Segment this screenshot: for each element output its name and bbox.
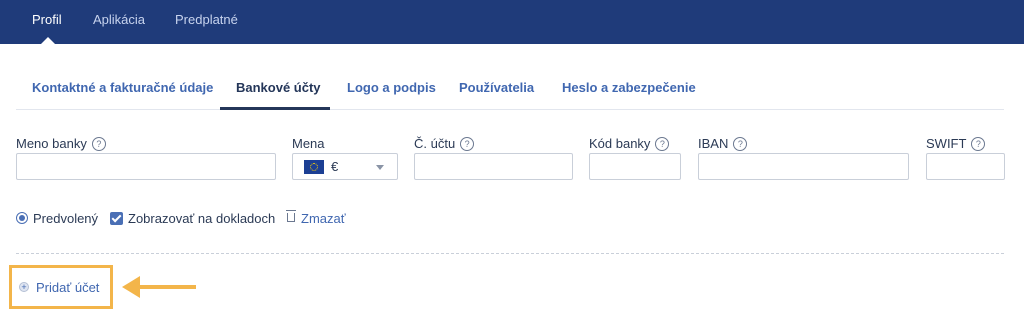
- account-number-label: Č. účtu?: [414, 136, 475, 151]
- delete-link[interactable]: Zmazať: [301, 211, 346, 226]
- swift-input[interactable]: [926, 153, 1005, 180]
- arrow-pointer-shaft: [138, 285, 196, 289]
- help-icon[interactable]: ?: [971, 137, 986, 151]
- iban-input[interactable]: [698, 153, 909, 180]
- eu-flag-icon: [304, 160, 324, 174]
- tab-bank-accounts[interactable]: Bankové účty: [236, 80, 321, 95]
- iban-label: IBAN?: [698, 136, 748, 151]
- tabs-divider: [16, 109, 1004, 110]
- plus-icon[interactable]: +: [19, 282, 29, 292]
- default-radio[interactable]: [16, 212, 28, 224]
- swift-label: SWIFT?: [926, 136, 986, 151]
- bank-code-label: Kód banky?: [589, 136, 670, 151]
- currency-value: €: [331, 159, 339, 174]
- bank-name-label-text: Meno banky: [16, 136, 87, 151]
- show-on-docs-checkbox[interactable]: [110, 212, 123, 225]
- help-icon[interactable]: ?: [460, 137, 475, 151]
- currency-label: Mena: [292, 136, 325, 151]
- trash-icon[interactable]: [286, 210, 296, 222]
- bank-code-input[interactable]: [589, 153, 681, 180]
- bank-name-label: Meno banky?: [16, 136, 106, 151]
- chevron-down-icon: [376, 165, 384, 170]
- account-number-input[interactable]: [414, 153, 573, 180]
- add-account-link[interactable]: Pridať účet: [36, 280, 99, 295]
- account-number-label-text: Č. účtu: [414, 136, 456, 151]
- default-label: Predvolený: [33, 211, 99, 226]
- nav-applications[interactable]: Aplikácia: [93, 0, 145, 44]
- section-divider: [16, 253, 1004, 254]
- bank-name-input[interactable]: [16, 153, 276, 180]
- tab-logo-signature[interactable]: Logo a podpis: [347, 80, 436, 95]
- help-icon[interactable]: ?: [655, 137, 670, 151]
- nav-subscription[interactable]: Predplatné: [175, 0, 238, 44]
- help-icon[interactable]: ?: [91, 137, 106, 151]
- swift-label-text: SWIFT: [926, 136, 967, 151]
- help-icon[interactable]: ?: [733, 137, 748, 151]
- tab-users[interactable]: Používatelia: [459, 80, 534, 95]
- top-navbar: [0, 0, 1024, 44]
- show-on-docs-label: Zobrazovať na dokladoch: [128, 211, 276, 226]
- tab-contact-billing[interactable]: Kontaktné a fakturačné údaje: [32, 80, 213, 95]
- tab-password-security[interactable]: Heslo a zabezpečenie: [562, 80, 696, 95]
- active-nav-caret: [41, 37, 55, 44]
- bank-code-label-text: Kód banky: [589, 136, 651, 151]
- iban-label-text: IBAN: [698, 136, 729, 151]
- active-tab-underline: [220, 107, 330, 110]
